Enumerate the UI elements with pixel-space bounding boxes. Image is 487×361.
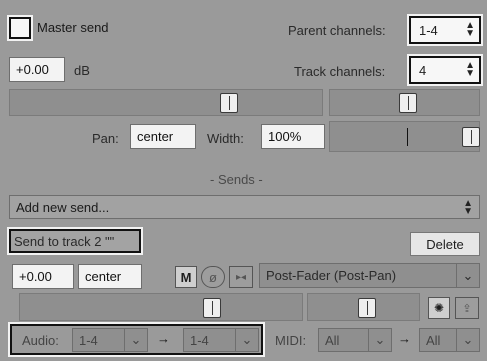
volume-slider[interactable]: [9, 89, 323, 116]
width-slider[interactable]: [329, 121, 480, 152]
envelope-icon[interactable]: ⇪: [455, 297, 479, 319]
track-channels-value: 4: [419, 62, 427, 78]
send-volume-slider[interactable]: [19, 293, 303, 321]
mute-label: M: [180, 269, 192, 285]
pan-law-icon[interactable]: ✺: [428, 297, 450, 319]
audio-label: Audio:: [22, 333, 59, 348]
send-mode-value: Post-Fader (Post-Pan): [266, 268, 397, 283]
chevron-down-icon: ⌄: [456, 264, 479, 287]
midi-dest-value: All: [426, 332, 441, 348]
width-center-mark: [407, 128, 408, 146]
send-name-label: Send to track 2 "": [14, 233, 115, 249]
send-volume-value: +0.00: [19, 269, 52, 284]
spin-arrows-icon: ▲ ▼: [465, 20, 475, 39]
spin-arrows-icon: ▲ ▼: [465, 60, 475, 79]
midi-label: MIDI:: [275, 333, 307, 348]
width-field[interactable]: 100%: [261, 124, 325, 149]
send-mode-dropdown[interactable]: Post-Fader (Post-Pan) ⌄: [259, 263, 480, 288]
midi-dest-dropdown[interactable]: All ⌄: [419, 328, 480, 352]
send-name: Send to track 2 "": [7, 227, 143, 255]
mute-button[interactable]: M: [175, 266, 197, 288]
pan-field[interactable]: center: [130, 124, 196, 149]
spin-arrows-icon: ▲ ▼: [463, 198, 473, 217]
volume-value: +0.00: [16, 62, 49, 77]
volume-slider-thumb[interactable]: [220, 93, 238, 113]
chevron-down-icon: ⌄: [124, 329, 147, 351]
add-new-send-label: Add new send...: [16, 199, 110, 215]
sends-header: - Sends -: [210, 172, 263, 187]
pan-value: center: [137, 129, 174, 144]
add-new-send-dropdown[interactable]: Add new send... ▲ ▼: [9, 195, 480, 219]
send-pan-value: center: [85, 269, 122, 284]
parent-channels-spinbox[interactable]: 1-4 ▲ ▼: [407, 14, 483, 46]
chevron-down-icon: ⌄: [456, 329, 479, 351]
send-pan-slider-thumb[interactable]: [358, 298, 376, 318]
midi-source-dropdown[interactable]: All ⌄: [318, 328, 392, 352]
chevron-down-icon: ⌄: [235, 329, 258, 351]
send-pan-slider[interactable]: [307, 293, 420, 321]
track-channels-label: Track channels:: [294, 64, 386, 79]
volume-unit: dB: [74, 63, 90, 78]
parent-channels-label: Parent channels:: [288, 23, 386, 38]
track-pan-slider[interactable]: [329, 89, 480, 116]
width-slider-thumb[interactable]: [462, 127, 480, 147]
width-value: 100%: [268, 129, 302, 144]
parent-channels-value: 1-4: [419, 22, 438, 38]
volume-field[interactable]: +0.00: [9, 57, 65, 82]
track-channels-spinbox[interactable]: 4 ▲ ▼: [407, 54, 483, 86]
audio-source-dropdown[interactable]: 1-4 ⌄: [72, 328, 148, 352]
master-send-checkbox[interactable]: [7, 15, 33, 41]
mono-icon[interactable]: ▸◂: [229, 266, 253, 288]
delete-send-button[interactable]: Delete: [410, 232, 480, 256]
send-pan-field[interactable]: center: [78, 264, 142, 289]
send-volume-field[interactable]: +0.00: [12, 264, 74, 289]
midi-source-value: All: [325, 332, 340, 348]
arrow-right-icon: →: [157, 331, 170, 346]
arrow-right-icon: →: [398, 331, 411, 346]
audio-source-value: 1-4: [79, 332, 98, 348]
delete-send-label: Delete: [426, 236, 464, 252]
pan-label: Pan:: [92, 131, 119, 146]
width-label: Width:: [207, 131, 244, 146]
chevron-down-icon: ⌄: [368, 329, 391, 351]
audio-dest-value: 1-4: [190, 332, 209, 348]
track-pan-slider-thumb[interactable]: [399, 93, 417, 113]
master-send-label: Master send: [37, 20, 109, 35]
audio-dest-dropdown[interactable]: 1-4 ⌄: [183, 328, 259, 352]
send-volume-slider-thumb[interactable]: [203, 298, 221, 318]
phase-invert-icon[interactable]: ø: [201, 266, 225, 288]
